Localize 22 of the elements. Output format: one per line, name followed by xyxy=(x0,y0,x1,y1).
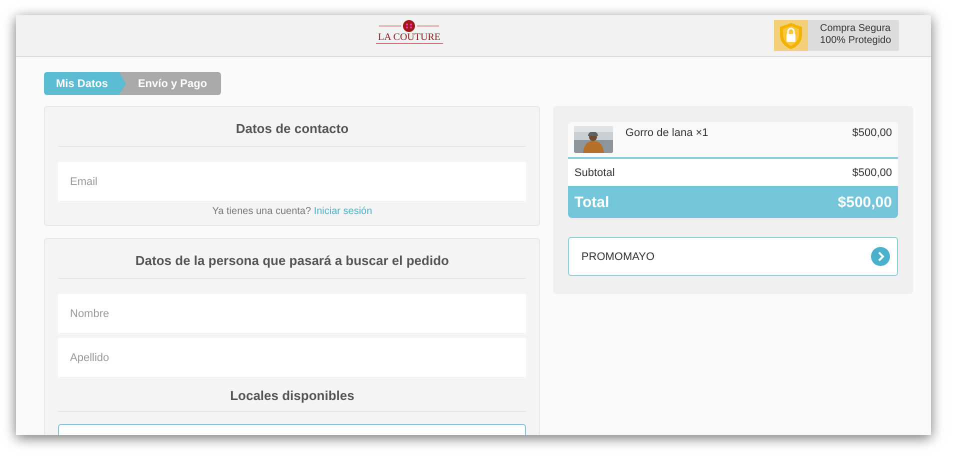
text-field[interactable]: Email xyxy=(58,162,526,201)
step-tab[interactable]: Envío y Pago xyxy=(118,72,222,95)
subtotal-value: $500,00 xyxy=(852,166,892,178)
text-field[interactable]: Apellido xyxy=(58,338,526,377)
badge-subtitle: 100% Protegido xyxy=(820,35,892,47)
button-logo-icon xyxy=(377,20,442,32)
total-value: $500,00 xyxy=(838,194,892,210)
badge-title: Compra Segura xyxy=(820,23,892,35)
subtotal-label: Subtotal xyxy=(574,166,615,178)
section-title: Datos de contacto xyxy=(58,107,526,147)
step-tab[interactable]: Mis Datos xyxy=(44,72,126,95)
logo-text[interactable]: LA COUTURE xyxy=(376,32,442,44)
login-prompt: Ya tienes una cuenta? Iniciar sesión xyxy=(211,206,374,217)
text-field[interactable]: Nombre xyxy=(58,294,526,333)
shield-lock-icon xyxy=(779,22,803,50)
item-name: Gorro de lana ×1 xyxy=(625,126,710,139)
section-title: Locales disponibles xyxy=(58,377,526,412)
login-link[interactable]: Iniciar sesión xyxy=(314,206,372,217)
section-title: Datos de la persona que pasará a buscar el pedido xyxy=(58,239,526,279)
item-price: $500,00 xyxy=(852,126,892,139)
coupon-field[interactable]: PROMOMAYO xyxy=(568,237,898,276)
total-label: Total xyxy=(574,194,610,210)
